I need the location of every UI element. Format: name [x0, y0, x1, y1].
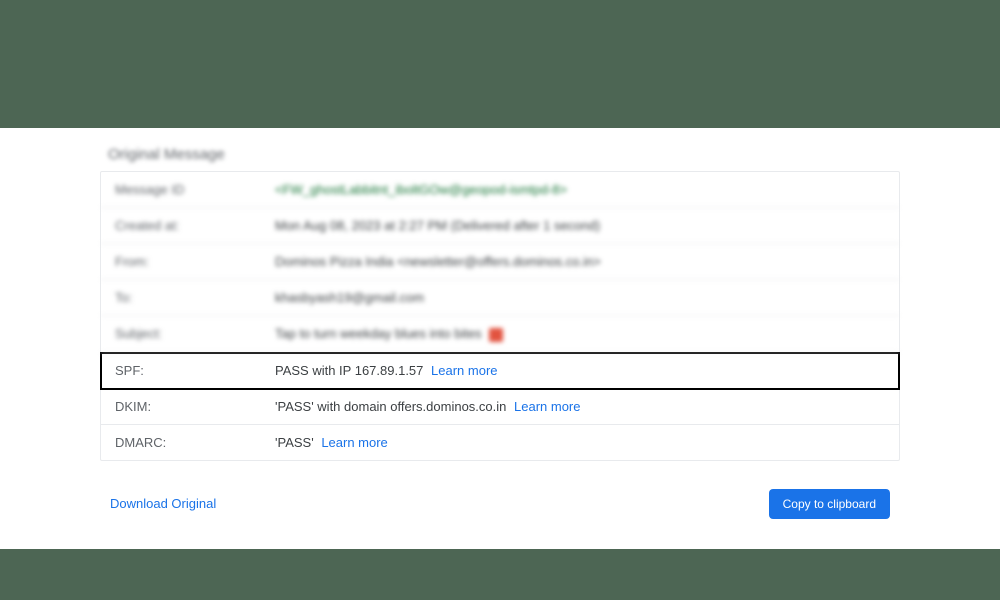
- value-created-at: Mon Aug 08, 2023 at 2:27 PM (Delivered a…: [275, 218, 885, 233]
- row-spf: SPF: PASS with IP 167.89.1.57 Learn more: [101, 353, 899, 389]
- label-created-at: Created at:: [115, 218, 275, 233]
- label-dmarc: DMARC:: [115, 435, 275, 450]
- dmarc-text: 'PASS': [275, 435, 314, 450]
- dkim-text: 'PASS' with domain offers.dominos.co.in: [275, 399, 506, 414]
- value-dmarc: 'PASS' Learn more: [275, 435, 885, 450]
- row-created-at: Created at: Mon Aug 08, 2023 at 2:27 PM …: [101, 208, 899, 244]
- label-message-id: Message ID: [115, 182, 275, 197]
- emoji-icon: [489, 328, 503, 342]
- value-to: khasbyash19@gmail.com: [275, 290, 885, 305]
- label-from: From:: [115, 254, 275, 269]
- value-dkim: 'PASS' with domain offers.dominos.co.in …: [275, 399, 885, 414]
- spf-text: PASS with IP 167.89.1.57: [275, 363, 423, 378]
- row-subject: Subject: Tap to turn weekday blues into …: [101, 316, 899, 353]
- spf-learn-more-link[interactable]: Learn more: [431, 363, 497, 378]
- bottom-background: [0, 549, 1000, 600]
- label-to: To:: [115, 290, 275, 305]
- message-headers-table: Message ID <FW_ghostLabbitnt_iboltGOw@ge…: [100, 171, 900, 461]
- subject-text: Tap to turn weekday blues into bites: [275, 326, 482, 341]
- row-to: To: khasbyash19@gmail.com: [101, 280, 899, 316]
- row-dkim: DKIM: 'PASS' with domain offers.dominos.…: [101, 389, 899, 425]
- actions-bar: Download Original Copy to clipboard: [100, 489, 900, 519]
- message-panel: Original Message Message ID <FW_ghostLab…: [0, 128, 1000, 549]
- value-subject: Tap to turn weekday blues into bites: [275, 326, 885, 342]
- dkim-learn-more-link[interactable]: Learn more: [514, 399, 580, 414]
- row-dmarc: DMARC: 'PASS' Learn more: [101, 425, 899, 460]
- top-background: [0, 0, 1000, 128]
- value-message-id: <FW_ghostLabbitnt_iboltGOw@geopod-ismtpd…: [275, 182, 885, 197]
- copy-to-clipboard-button[interactable]: Copy to clipboard: [769, 489, 890, 519]
- value-spf: PASS with IP 167.89.1.57 Learn more: [275, 363, 885, 378]
- label-dkim: DKIM:: [115, 399, 275, 414]
- row-message-id: Message ID <FW_ghostLabbitnt_iboltGOw@ge…: [101, 172, 899, 208]
- download-original-link[interactable]: Download Original: [110, 496, 216, 511]
- row-from: From: Dominos Pizza India <newsletter@of…: [101, 244, 899, 280]
- dmarc-learn-more-link[interactable]: Learn more: [321, 435, 387, 450]
- label-spf: SPF:: [115, 363, 275, 378]
- label-subject: Subject:: [115, 326, 275, 341]
- value-from: Dominos Pizza India <newsletter@offers.d…: [275, 254, 885, 269]
- panel-title: Original Message: [100, 146, 900, 163]
